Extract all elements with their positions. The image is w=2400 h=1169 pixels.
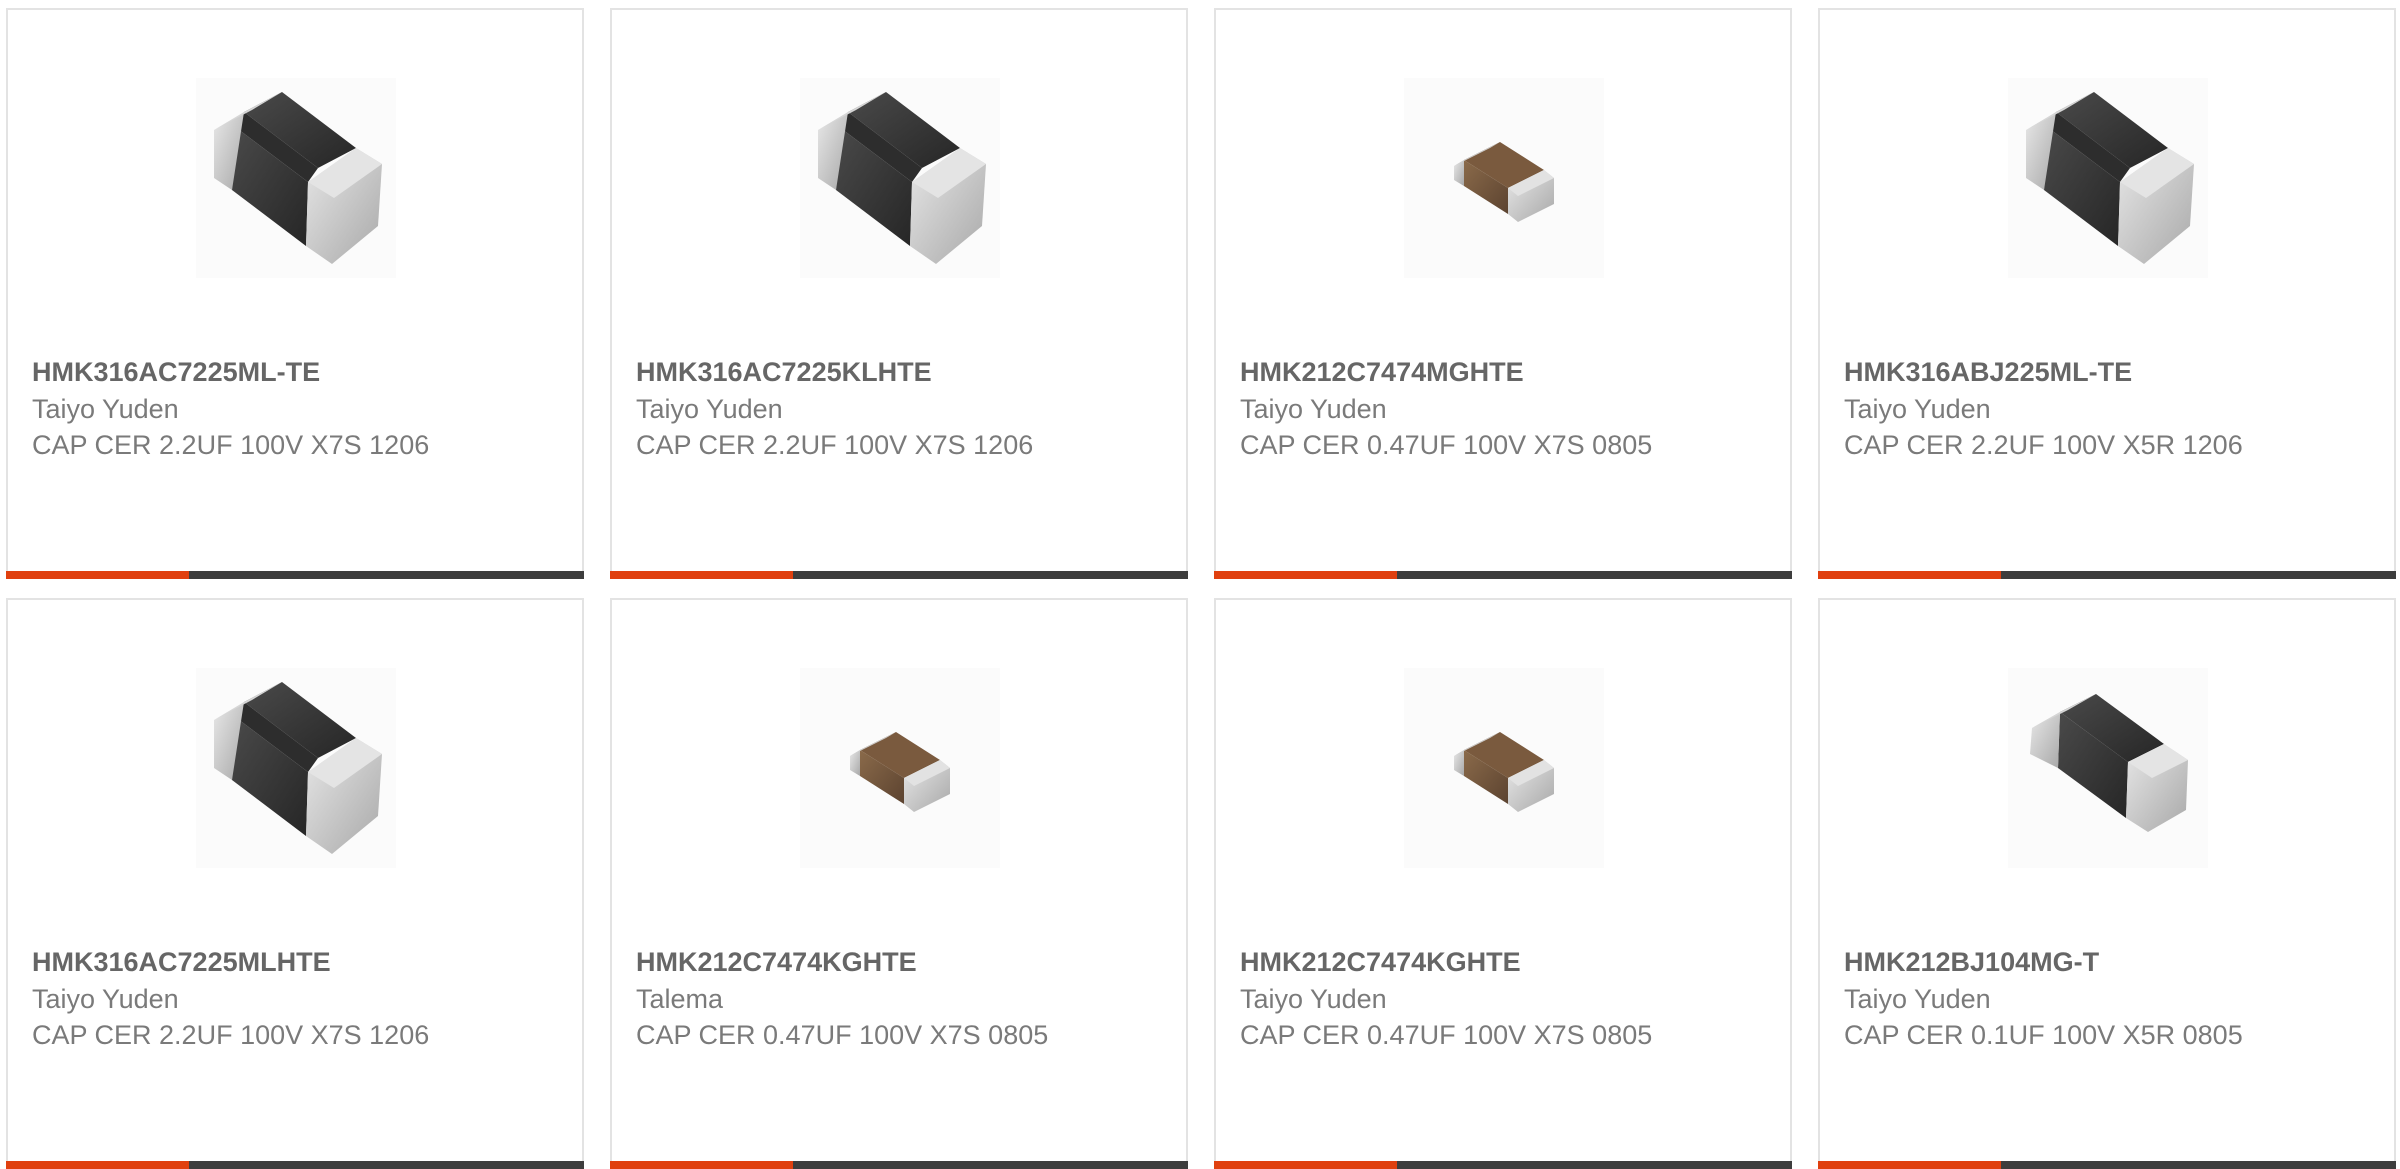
manufacturer-name: Taiyo Yuden	[636, 394, 783, 424]
manufacturer-name: Taiyo Yuden	[1844, 394, 1991, 424]
capacitor-1206-icon	[214, 92, 382, 264]
card-footer-bar	[610, 571, 1188, 579]
product-card[interactable]: HMK212C7474KGHTE Taiyo Yuden CAP CER 0.4…	[1214, 598, 1792, 1169]
product-grid: HMK316AC7225ML-TE Taiyo Yuden CAP CER 2.…	[0, 0, 2400, 1169]
product-image[interactable]	[196, 78, 396, 278]
product-image[interactable]	[2008, 668, 2208, 868]
part-number-link[interactable]: HMK316AC7225KLHTE	[636, 353, 1162, 391]
part-number-link[interactable]: HMK212C7474MGHTE	[1240, 353, 1766, 391]
capacitor-1206-icon	[214, 682, 382, 854]
product-card[interactable]: HMK212C7474KGHTE Talema CAP CER 0.47UF 1…	[610, 598, 1188, 1169]
capacitor-0805-icon	[1454, 142, 1554, 222]
capacitor-0805-icon	[850, 732, 950, 812]
product-image[interactable]	[2008, 78, 2208, 278]
product-info: HMK316AC7225ML-TE Taiyo Yuden CAP CER 2.…	[32, 353, 558, 463]
product-description: CAP CER 0.47UF 100V X7S 0805	[1240, 430, 1653, 460]
product-info: HMK212C7474KGHTE Taiyo Yuden CAP CER 0.4…	[1240, 943, 1766, 1053]
product-card[interactable]: HMK212C7474MGHTE Taiyo Yuden CAP CER 0.4…	[1214, 8, 1792, 579]
card-accent-bar	[610, 571, 793, 579]
product-card[interactable]: HMK316AC7225MLHTE Taiyo Yuden CAP CER 2.…	[6, 598, 584, 1169]
product-description: CAP CER 2.2UF 100V X7S 1206	[636, 430, 1034, 460]
part-number-link[interactable]: HMK212BJ104MG-T	[1844, 943, 2370, 981]
product-image[interactable]	[800, 668, 1000, 868]
product-info: HMK212C7474MGHTE Taiyo Yuden CAP CER 0.4…	[1240, 353, 1766, 463]
product-image[interactable]	[1404, 668, 1604, 868]
card-footer-bar	[1214, 1161, 1792, 1169]
product-info: HMK212C7474KGHTE Talema CAP CER 0.47UF 1…	[636, 943, 1162, 1053]
part-number-link[interactable]: HMK316AC7225MLHTE	[32, 943, 558, 981]
card-accent-bar	[1818, 571, 2001, 579]
card-accent-bar	[6, 571, 189, 579]
product-description: CAP CER 2.2UF 100V X7S 1206	[32, 1020, 430, 1050]
product-description: CAP CER 0.1UF 100V X5R 0805	[1844, 1020, 2243, 1050]
capacitor-1206-icon	[818, 92, 986, 264]
product-card[interactable]: HMK316AC7225ML-TE Taiyo Yuden CAP CER 2.…	[6, 8, 584, 579]
card-accent-bar	[610, 1161, 793, 1169]
manufacturer-name: Taiyo Yuden	[1240, 984, 1387, 1014]
card-footer-bar	[1214, 571, 1792, 579]
card-footer-bar	[1818, 571, 2396, 579]
product-image[interactable]	[196, 668, 396, 868]
card-accent-bar	[1214, 571, 1397, 579]
product-card[interactable]: HMK316AC7225KLHTE Taiyo Yuden CAP CER 2.…	[610, 8, 1188, 579]
product-description: CAP CER 2.2UF 100V X7S 1206	[32, 430, 430, 460]
manufacturer-name: Taiyo Yuden	[1844, 984, 1991, 1014]
card-footer-bar	[6, 571, 584, 579]
manufacturer-name: Talema	[636, 984, 724, 1014]
capacitor-1206-short-icon	[2030, 694, 2188, 832]
capacitor-0805-icon	[1454, 732, 1554, 812]
card-accent-bar	[1214, 1161, 1397, 1169]
manufacturer-name: Taiyo Yuden	[1240, 394, 1387, 424]
product-info: HMK212BJ104MG-T Taiyo Yuden CAP CER 0.1U…	[1844, 943, 2370, 1053]
product-description: CAP CER 2.2UF 100V X5R 1206	[1844, 430, 2243, 460]
part-number-link[interactable]: HMK212C7474KGHTE	[636, 943, 1162, 981]
product-image[interactable]	[800, 78, 1000, 278]
card-footer-bar	[6, 1161, 584, 1169]
part-number-link[interactable]: HMK316ABJ225ML-TE	[1844, 353, 2370, 391]
part-number-link[interactable]: HMK316AC7225ML-TE	[32, 353, 558, 391]
manufacturer-name: Taiyo Yuden	[32, 984, 179, 1014]
part-number-link[interactable]: HMK212C7474KGHTE	[1240, 943, 1766, 981]
product-card[interactable]: HMK212BJ104MG-T Taiyo Yuden CAP CER 0.1U…	[1818, 598, 2396, 1169]
card-footer-bar	[610, 1161, 1188, 1169]
product-description: CAP CER 0.47UF 100V X7S 0805	[636, 1020, 1049, 1050]
card-accent-bar	[6, 1161, 189, 1169]
manufacturer-name: Taiyo Yuden	[32, 394, 179, 424]
card-accent-bar	[1818, 1161, 2001, 1169]
product-card[interactable]: HMK316ABJ225ML-TE Taiyo Yuden CAP CER 2.…	[1818, 8, 2396, 579]
product-info: HMK316ABJ225ML-TE Taiyo Yuden CAP CER 2.…	[1844, 353, 2370, 463]
product-info: HMK316AC7225MLHTE Taiyo Yuden CAP CER 2.…	[32, 943, 558, 1053]
product-description: CAP CER 0.47UF 100V X7S 0805	[1240, 1020, 1653, 1050]
product-info: HMK316AC7225KLHTE Taiyo Yuden CAP CER 2.…	[636, 353, 1162, 463]
card-footer-bar	[1818, 1161, 2396, 1169]
capacitor-1206-icon	[2026, 92, 2194, 264]
product-image[interactable]	[1404, 78, 1604, 278]
